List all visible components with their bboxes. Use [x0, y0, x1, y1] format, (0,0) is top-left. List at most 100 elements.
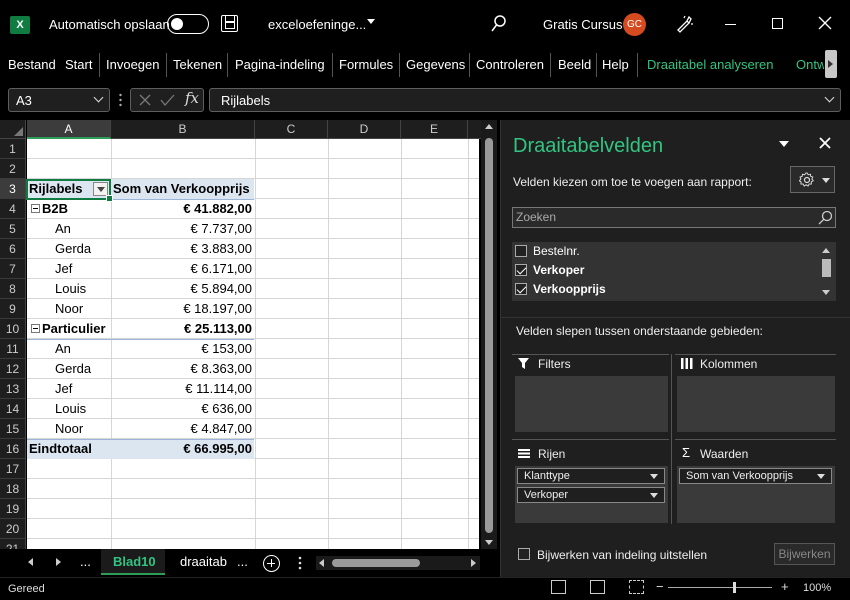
row-header-11[interactable]: 11 — [0, 339, 26, 359]
column-header-d[interactable]: D — [328, 120, 401, 139]
field-search-input[interactable]: Zoeken — [512, 207, 836, 228]
tab-help[interactable]: Help — [602, 57, 629, 72]
row-header-16[interactable]: 16 — [0, 439, 26, 459]
pivot-row-value[interactable]: € 6.171,00 — [111, 259, 255, 279]
field-list-scroll-up-icon[interactable] — [822, 248, 830, 253]
zoom-out-button[interactable]: − — [656, 579, 664, 594]
pivot-row-value[interactable]: € 4.847,00 — [111, 419, 255, 439]
file-name[interactable]: exceloefeninge... — [268, 17, 366, 32]
minimize-icon[interactable] — [725, 24, 736, 25]
scroll-down-icon[interactable] — [485, 540, 493, 545]
defer-update-label[interactable]: Bijwerken van indeling uitstellen — [537, 548, 707, 562]
field-checkbox-verkoper[interactable] — [515, 264, 527, 276]
field-list-scroll-thumb[interactable] — [822, 259, 831, 277]
file-menu-caret-icon[interactable] — [367, 19, 375, 24]
field-label-verkoper[interactable]: Verkoper — [533, 263, 584, 277]
normal-view-icon[interactable] — [551, 580, 566, 594]
zoom-in-button[interactable]: + — [781, 579, 789, 594]
row-header-12[interactable]: 12 — [0, 359, 26, 379]
tab-pagina-indeling[interactable]: Pagina-indeling — [235, 57, 325, 72]
select-all-corner[interactable] — [0, 120, 26, 139]
pivot-total-label[interactable]: Eindtotaal — [29, 439, 109, 459]
pivot-row-value[interactable]: € 153,00 — [111, 339, 255, 359]
pivot-group-value[interactable]: € 25.113,00 — [111, 319, 255, 339]
insert-function-button[interactable]: fx — [185, 89, 199, 107]
horizontal-scroll-thumb[interactable] — [332, 559, 420, 567]
panel-close-icon[interactable] — [818, 136, 832, 150]
field-label-verkoopprijs[interactable]: Verkoopprijs — [533, 282, 606, 296]
zoom-slider-thumb[interactable] — [733, 582, 736, 593]
confirm-icon[interactable] — [160, 93, 175, 107]
tab-gegevens[interactable]: Gegevens — [406, 57, 465, 72]
collapse-group-icon[interactable] — [31, 204, 40, 213]
chevron-down-icon[interactable] — [650, 474, 658, 479]
row-header-19[interactable]: 19 — [0, 499, 26, 519]
field-settings-button[interactable] — [790, 166, 835, 193]
pivot-row-value[interactable]: € 3.883,00 — [111, 239, 255, 259]
pen-icon[interactable] — [674, 14, 694, 34]
columns-drop-area[interactable] — [677, 376, 835, 432]
tab-invoegen[interactable]: Invoegen — [106, 57, 160, 72]
tab-bestand[interactable]: Bestand — [8, 57, 56, 72]
tab-tekenen[interactable]: Tekenen — [173, 57, 222, 72]
name-box[interactable]: A3 — [8, 88, 110, 112]
field-checkbox-verkoopprijs[interactable] — [515, 283, 527, 295]
vertical-scroll-thumb[interactable] — [485, 138, 493, 533]
page-layout-view-icon[interactable] — [590, 580, 605, 594]
rows-field-verkoper[interactable]: Verkoper — [517, 487, 665, 503]
filters-drop-area[interactable] — [515, 376, 668, 432]
search-icon[interactable] — [817, 209, 834, 226]
ribbon-scroll-right-button[interactable] — [825, 50, 837, 78]
collapse-group-icon[interactable] — [31, 324, 40, 333]
more-vertical-icon[interactable] — [298, 556, 302, 570]
zoom-slider[interactable] — [668, 587, 772, 588]
close-icon[interactable] — [817, 15, 833, 31]
row-header-2[interactable]: 2 — [0, 159, 26, 179]
row-header-8[interactable]: 8 — [0, 279, 26, 299]
tab-draaitabel-analyseren[interactable]: Draaitabel analyseren — [647, 57, 773, 72]
field-checkbox-bestelnr[interactable] — [515, 245, 527, 257]
sheet-more-right-button[interactable]: ... — [237, 552, 248, 572]
row-header-10[interactable]: 10 — [0, 319, 26, 339]
defer-update-checkbox[interactable] — [518, 548, 530, 560]
row-header-17[interactable]: 17 — [0, 459, 26, 479]
pivot-row-value[interactable]: € 636,00 — [111, 399, 255, 419]
pivot-group-label[interactable]: Particulier — [42, 319, 112, 339]
scroll-up-icon[interactable] — [485, 124, 493, 129]
vertical-scrollbar[interactable] — [481, 120, 497, 550]
zoom-level[interactable]: 100% — [803, 582, 831, 594]
row-header-9[interactable]: 9 — [0, 299, 26, 319]
pivot-row-value[interactable]: € 7.737,00 — [111, 219, 255, 239]
row-header-15[interactable]: 15 — [0, 419, 26, 439]
row-header-7[interactable]: 7 — [0, 259, 26, 279]
update-button[interactable]: Bijwerken — [774, 543, 835, 565]
chevron-down-icon[interactable] — [817, 474, 825, 479]
maximize-icon[interactable] — [772, 18, 783, 29]
pivot-row-value[interactable]: € 8.363,00 — [111, 359, 255, 379]
row-header-18[interactable]: 18 — [0, 479, 26, 499]
column-header-a[interactable]: A — [27, 120, 111, 139]
tab-ontwerpen[interactable]: Ontw — [796, 57, 824, 72]
pivot-total-value[interactable]: € 66.995,00 — [111, 439, 255, 459]
column-header-e[interactable]: E — [401, 120, 468, 139]
cancel-icon[interactable] — [138, 93, 152, 107]
avatar[interactable]: GC — [623, 13, 646, 36]
field-list-scroll-down-icon[interactable] — [822, 290, 830, 295]
tab-controleren[interactable]: Controleren — [476, 57, 544, 72]
horizontal-scrollbar[interactable] — [316, 556, 480, 570]
autosave-toggle[interactable] — [167, 14, 209, 34]
chevron-down-icon[interactable] — [650, 493, 658, 498]
rows-field-klanttype[interactable]: Klanttype — [517, 468, 665, 484]
pivot-group-value[interactable]: € 41.882,00 — [111, 199, 255, 219]
column-header-c[interactable]: C — [255, 120, 328, 139]
more-vertical-icon[interactable] — [119, 93, 122, 107]
panel-options-caret-icon[interactable] — [779, 141, 789, 147]
pivot-row-value[interactable]: € 18.197,00 — [111, 299, 255, 319]
search-icon[interactable] — [490, 14, 508, 34]
sheet-prev-icon[interactable] — [28, 558, 33, 566]
sheet-next-icon[interactable] — [56, 558, 61, 566]
row-header-3[interactable]: 3 — [0, 179, 26, 199]
row-header-13[interactable]: 13 — [0, 379, 26, 399]
column-header-b[interactable]: B — [111, 120, 255, 139]
formula-input[interactable]: Rijlabels — [209, 88, 841, 112]
